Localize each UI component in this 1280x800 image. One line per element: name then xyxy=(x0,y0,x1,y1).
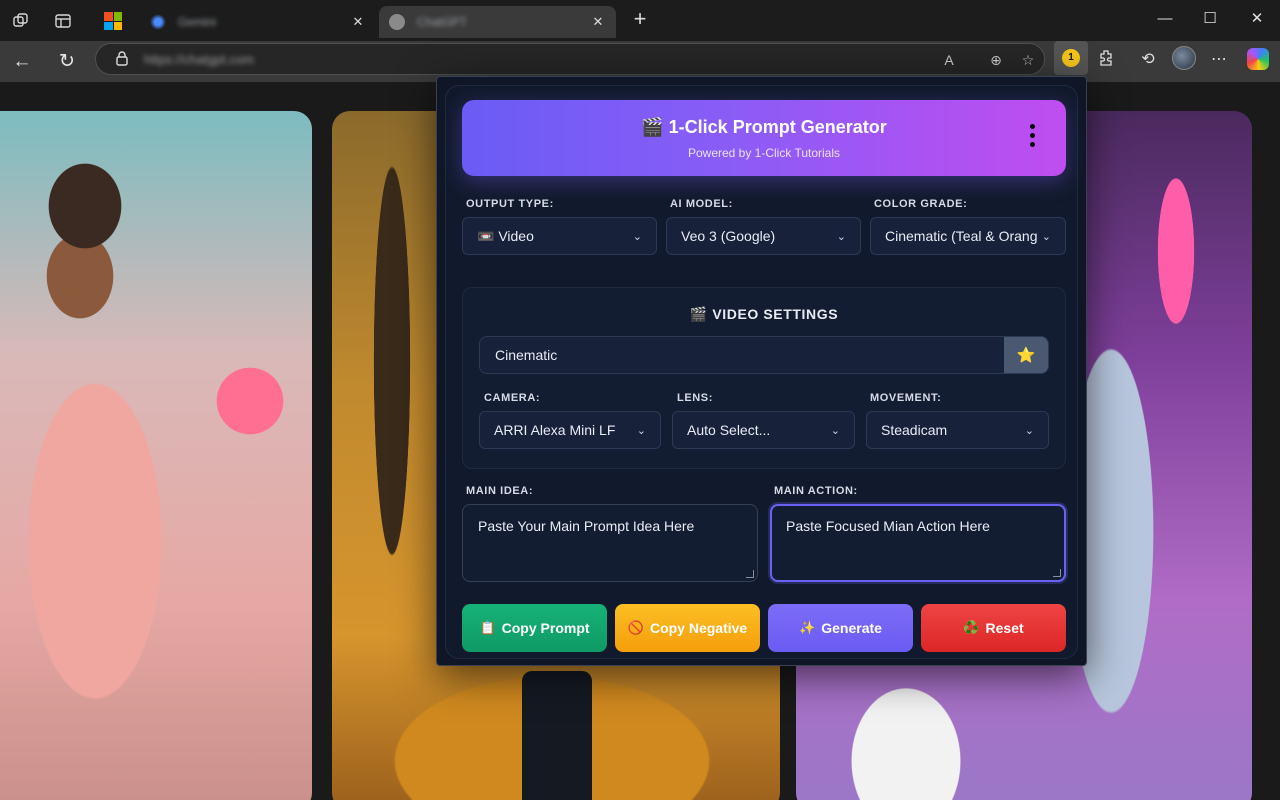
output-type-value: 📼 Video xyxy=(477,227,534,244)
new-tab-button[interactable]: + xyxy=(629,8,651,31)
back-button[interactable]: ← xyxy=(9,49,35,75)
prompt-generator-popup: 🎬 1-Click Prompt Generator Powered by 1-… xyxy=(436,76,1087,666)
favorite-star-icon[interactable]: ☆ xyxy=(1018,50,1038,70)
extension-coin-icon: 1 xyxy=(1062,49,1080,67)
zoom-icon[interactable]: ⊕ xyxy=(986,50,1006,70)
tab-title: Gemini xyxy=(178,15,217,29)
sparkles-icon: ✨ xyxy=(799,620,816,635)
lens-value: Auto Select... xyxy=(687,422,771,438)
chatgpt-favicon-icon xyxy=(389,14,405,30)
read-aloud-icon[interactable]: A xyxy=(939,50,959,70)
copy-prompt-label: Copy Prompt xyxy=(501,620,590,636)
gemini-favicon-icon xyxy=(150,14,166,30)
copy-negative-button[interactable]: 🚫 Copy Negative xyxy=(615,604,760,652)
recycle-icon: ♻️ xyxy=(963,620,980,635)
kebab-menu-icon[interactable] xyxy=(1022,124,1042,154)
popup-title: 🎬 1-Click Prompt Generator xyxy=(641,117,887,137)
chevron-down-icon: ⌄ xyxy=(632,230,642,243)
color-grade-select[interactable]: Cinematic (Teal & Orange) ⌄ xyxy=(870,217,1066,255)
copilot-icon[interactable] xyxy=(1247,48,1269,70)
close-tab-icon[interactable]: ✕ xyxy=(350,14,366,30)
prompt-generator-extension-button[interactable]: 1 xyxy=(1054,41,1088,75)
resize-handle-icon[interactable] xyxy=(746,570,754,578)
maximize-button[interactable]: ☐ xyxy=(1200,9,1220,29)
refresh-button[interactable]: ↻ xyxy=(54,49,80,75)
minimize-button[interactable]: — xyxy=(1155,9,1175,29)
movement-select[interactable]: Steadicam ⌄ xyxy=(866,411,1049,449)
copy-prompt-button[interactable]: 📋 Copy Prompt xyxy=(462,604,607,652)
popup-panel: 🎬 1-Click Prompt Generator Powered by 1-… xyxy=(445,85,1078,659)
profile-avatar[interactable] xyxy=(1172,46,1196,70)
lens-label: LENS: xyxy=(677,392,713,404)
movement-value: Steadicam xyxy=(881,422,948,438)
clipboard-icon: 📋 xyxy=(479,620,496,635)
more-options-icon[interactable]: ⋯ xyxy=(1208,49,1230,71)
style-input-value: Cinematic xyxy=(495,347,558,363)
chevron-down-icon: ⌄ xyxy=(636,424,646,437)
chevron-down-icon: ⌄ xyxy=(1024,424,1034,437)
reset-button[interactable]: ♻️ Reset xyxy=(921,604,1066,652)
main-idea-label: MAIN IDEA: xyxy=(466,485,534,497)
figure-silhouette xyxy=(522,671,592,800)
tab-gemini[interactable]: Gemini ✕ xyxy=(140,6,376,38)
tab-chatgpt[interactable]: ChatGPT ✕ xyxy=(379,6,616,38)
video-settings-section: 🎬 VIDEO SETTINGS Cinematic ⭐ CAMERA: ARR… xyxy=(462,287,1066,469)
prohibited-icon: 🚫 xyxy=(627,620,644,635)
chevron-down-icon: ⌄ xyxy=(830,424,840,437)
camera-select[interactable]: ARRI Alexa Mini LF ⌄ xyxy=(479,411,661,449)
style-input[interactable]: Cinematic ⭐ xyxy=(479,336,1049,374)
lock-icon[interactable] xyxy=(113,50,131,68)
lens-select[interactable]: Auto Select... ⌄ xyxy=(672,411,855,449)
generate-label: Generate xyxy=(821,620,882,636)
popup-subtitle: Powered by 1-Click Tutorials xyxy=(687,146,841,160)
main-idea-text: Paste Your Main Prompt Idea Here xyxy=(478,518,695,534)
chevron-down-icon: ⌄ xyxy=(836,230,846,243)
color-grade-value: Cinematic (Teal & Orange) xyxy=(885,228,1037,244)
reset-label: Reset xyxy=(985,620,1024,636)
output-type-select[interactable]: 📼 Video ⌄ xyxy=(462,217,657,255)
star-favorite-button[interactable]: ⭐ xyxy=(1004,337,1048,373)
camera-label: CAMERA: xyxy=(484,392,541,404)
resize-handle-icon[interactable] xyxy=(1053,569,1061,577)
ai-model-select[interactable]: Veo 3 (Google) ⌄ xyxy=(666,217,861,255)
video-settings-title: 🎬 VIDEO SETTINGS xyxy=(689,306,839,322)
tab-bar: Gemini ✕ ChatGPT ✕ + — ☐ ✕ xyxy=(0,0,1280,41)
main-idea-textarea[interactable]: Paste Your Main Prompt Idea Here xyxy=(462,504,758,582)
color-grade-label: COLOR GRADE: xyxy=(874,198,968,210)
ai-model-label: AI MODEL: xyxy=(670,198,733,210)
image-card-fashion-runway[interactable] xyxy=(0,111,312,800)
chevron-down-icon: ⌄ xyxy=(1041,230,1051,243)
main-action-label: MAIN ACTION: xyxy=(774,485,858,497)
history-icon[interactable]: ⟲ xyxy=(1137,49,1159,71)
tab-actions-icon[interactable] xyxy=(53,11,73,31)
url-text: https://chatgpt.com xyxy=(144,52,254,67)
ai-model-value: Veo 3 (Google) xyxy=(681,228,776,244)
workspaces-icon[interactable] xyxy=(11,11,31,31)
movement-label: MOVEMENT: xyxy=(870,392,942,404)
popup-header: 🎬 1-Click Prompt Generator Powered by 1-… xyxy=(462,100,1066,176)
generate-button[interactable]: ✨ Generate xyxy=(768,604,913,652)
extensions-icon[interactable] xyxy=(1095,49,1117,71)
output-type-label: OUTPUT TYPE: xyxy=(466,198,554,210)
address-field[interactable]: https://chatgpt.com A ⊕ ☆ xyxy=(95,43,1045,75)
main-action-textarea[interactable]: Paste Focused Mian Action Here xyxy=(770,504,1066,582)
tab-title: ChatGPT xyxy=(417,15,468,29)
microsoft-start-icon[interactable] xyxy=(104,12,122,30)
close-window-button[interactable]: ✕ xyxy=(1247,9,1267,29)
close-tab-icon[interactable]: ✕ xyxy=(590,14,606,30)
copy-negative-label: Copy Negative xyxy=(649,620,748,636)
main-action-text: Paste Focused Mian Action Here xyxy=(786,518,990,534)
camera-value: ARRI Alexa Mini LF xyxy=(494,422,616,438)
